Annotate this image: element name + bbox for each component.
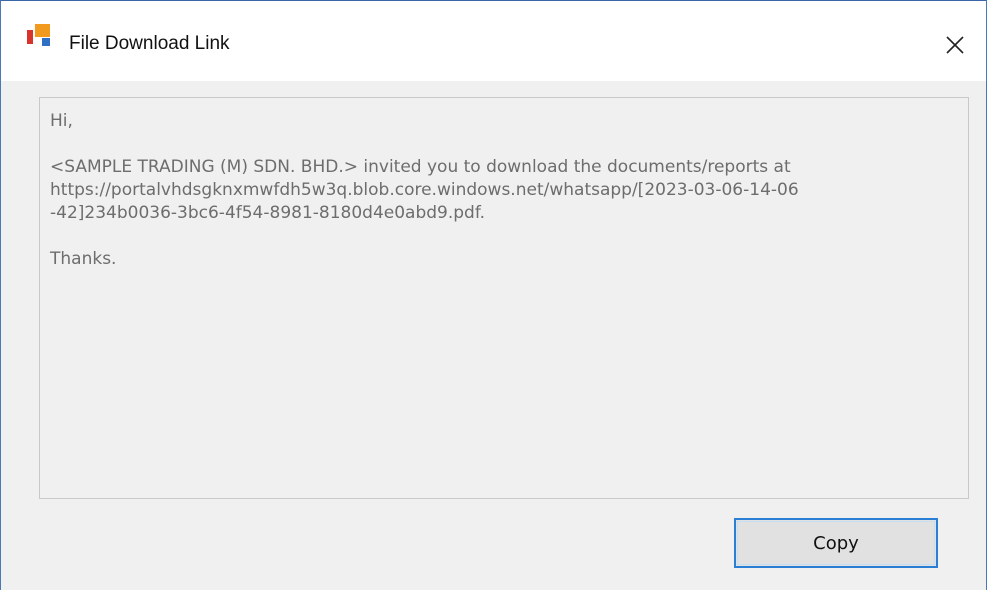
message-greeting: Hi, bbox=[50, 111, 73, 131]
copy-button[interactable]: Copy bbox=[734, 518, 938, 568]
message-textbox[interactable]: Hi, <SAMPLE TRADING (M) SDN. BHD.> invit… bbox=[39, 97, 969, 499]
window-title: File Download Link bbox=[69, 33, 230, 54]
close-icon bbox=[946, 36, 964, 54]
app-logo-icon bbox=[27, 22, 63, 52]
message-link-line: -42]234b0036-3bc6-4f54-8981-8180d4e0abd9… bbox=[50, 203, 486, 223]
message-link-line: https://portalvhdsgknxmwfdh5w3q.blob.cor… bbox=[50, 180, 799, 200]
message-closing: Thanks. bbox=[50, 249, 117, 269]
close-button[interactable] bbox=[933, 23, 977, 63]
title-bar: File Download Link bbox=[1, 1, 986, 81]
message-body-line: <SAMPLE TRADING (M) SDN. BHD.> invited y… bbox=[50, 157, 791, 177]
file-download-link-dialog: File Download Link Hi, <SAMPLE TRADING (… bbox=[0, 0, 987, 590]
